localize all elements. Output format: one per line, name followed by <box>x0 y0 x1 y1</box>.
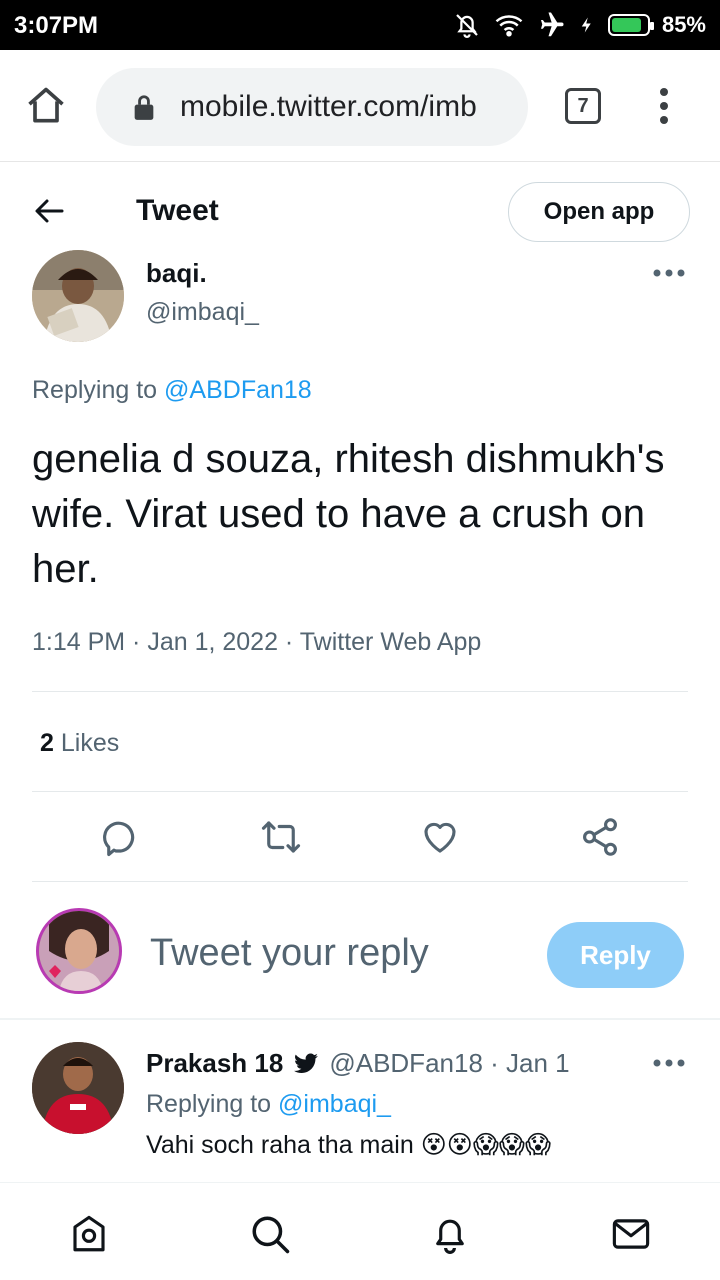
home-icon[interactable] <box>24 84 68 128</box>
charging-icon <box>581 17 591 33</box>
like-icon[interactable] <box>419 816 461 858</box>
my-avatar[interactable] <box>36 908 122 994</box>
status-icons: 85% <box>452 10 706 40</box>
reply-button[interactable]: Reply <box>547 922 684 988</box>
back-arrow-icon[interactable] <box>32 195 68 227</box>
share-icon[interactable] <box>579 816 621 858</box>
twitter-bird-icon <box>294 1052 319 1073</box>
retweet-icon[interactable] <box>260 816 302 858</box>
likes-label: Likes <box>60 729 120 757</box>
more-vert-icon[interactable] <box>652 86 676 126</box>
battery-icon <box>607 14 654 36</box>
reply-author-name[interactable]: Prakash 18 <box>146 1048 283 1079</box>
divider <box>32 791 688 792</box>
url-text[interactable]: mobile.twitter.com/imb <box>180 90 477 124</box>
battery-percent: 85% <box>661 12 706 37</box>
page-title: Tweet <box>136 194 219 227</box>
address-bar[interactable]: mobile.twitter.com/imb <box>96 68 528 146</box>
reply-input[interactable]: Tweet your reply <box>150 932 429 975</box>
tweet-header: Tweet Open app <box>0 162 720 258</box>
reply-replying-to: Replying to @imbaqi_ <box>146 1090 391 1119</box>
likes-number: 2 <box>40 729 54 757</box>
wifi-icon <box>495 15 523 37</box>
status-bar: 3:07PM 85% <box>0 0 720 50</box>
more-options-icon[interactable] <box>652 268 686 278</box>
status-time: 3:07PM <box>14 12 99 39</box>
reply-author-avatar[interactable] <box>32 1042 124 1134</box>
section-divider <box>0 1018 720 1020</box>
lock-icon[interactable] <box>132 93 156 121</box>
tabs-button[interactable]: 7 <box>565 88 601 124</box>
replying-prefix: Replying to <box>146 1090 272 1118</box>
reply-text: Vahi soch raha tha main 😵😵😱😱😱 <box>146 1131 552 1159</box>
reply-icon[interactable] <box>100 816 142 858</box>
notifications-icon[interactable] <box>429 1213 471 1255</box>
bell-muted-icon <box>456 14 478 38</box>
reply-author-handle[interactable]: @ABDFan18 · Jan 1 <box>329 1048 569 1079</box>
avatar-image <box>32 1042 124 1134</box>
author-avatar[interactable] <box>32 250 124 342</box>
divider <box>32 691 688 692</box>
avatar-image <box>32 250 124 342</box>
tab-count: 7 <box>577 95 589 117</box>
avatar-image <box>39 911 119 991</box>
messages-icon[interactable] <box>610 1213 652 1255</box>
tweet-text: genelia d souza, rhitesh dishmukh's wife… <box>32 437 665 591</box>
author-name[interactable]: baqi. <box>146 258 207 289</box>
replying-to-link[interactable]: @ABDFan18 <box>164 376 312 404</box>
home-icon[interactable] <box>68 1213 110 1255</box>
replying-to: Replying to @ABDFan18 <box>32 376 312 405</box>
browser-toolbar: mobile.twitter.com/imb 7 <box>0 50 720 162</box>
bottom-navigation <box>0 1182 720 1280</box>
open-app-button[interactable]: Open app <box>508 182 690 242</box>
search-icon[interactable] <box>249 1213 291 1255</box>
replying-to-link[interactable]: @imbaqi_ <box>278 1090 391 1118</box>
airplane-icon <box>540 12 564 37</box>
reply-header: Prakash 18 @ABDFan18 · Jan 1 <box>146 1048 570 1079</box>
more-options-icon[interactable] <box>652 1058 686 1068</box>
divider <box>32 881 688 882</box>
replying-prefix: Replying to <box>32 376 158 404</box>
author-handle[interactable]: @imbaqi_ <box>146 298 259 327</box>
likes-count[interactable]: 2 Likes <box>40 729 119 758</box>
tweet-meta[interactable]: 1:14 PM · Jan 1, 2022 · Twitter Web App <box>32 628 481 657</box>
